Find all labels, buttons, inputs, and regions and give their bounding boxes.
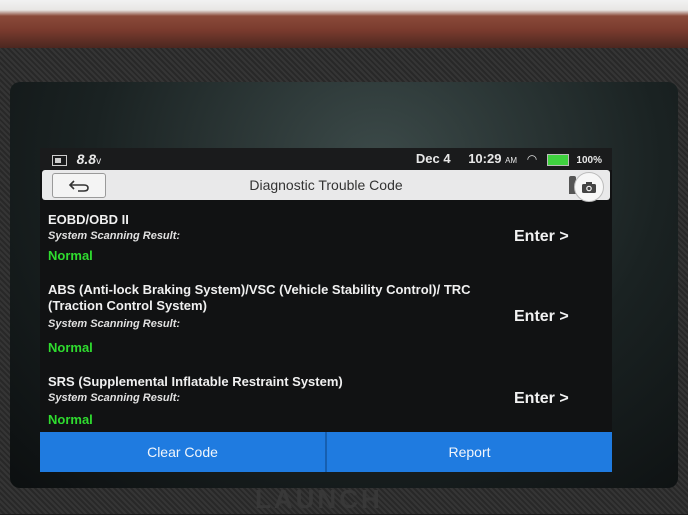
voltage-unit: v [96,156,102,167]
system-list: EOBD/OBD II System Scanning Result: Norm… [40,200,612,432]
clear-code-button[interactable]: Clear Code [40,432,325,472]
scan-result-label: System Scanning Result: [48,318,181,330]
scan-result-label: System Scanning Result: [48,230,181,242]
status-date: Dec 4 [415,151,451,166]
vehicle-battery-icon [52,155,67,167]
system-name: SRS (Supplemental Inflatable Restraint S… [48,374,343,389]
scan-result-label: System Scanning Result: [48,392,181,404]
battery-icon [546,153,569,166]
system-name: EOBD/OBD II [48,212,129,227]
voltage-value: 8.8 [76,151,97,167]
wifi-icon: ◠ [526,152,538,166]
system-row-abs[interactable]: ABS (Anti-lock Braking System)/VSC (Vehi… [40,280,612,358]
title-bar: Diagnostic Trouble Code [42,170,610,202]
camera-icon[interactable] [574,172,604,202]
system-name: ABS (Anti-lock Braking System)/VSC (Vehi… [48,282,471,313]
bottom-action-bar: Clear Code Report [40,432,612,472]
battery-percent: 100% [576,155,602,166]
status-right: Dec 4 10:29 AM ◠ 100% [416,148,602,172]
scan-status: Normal [48,412,93,427]
report-button[interactable]: Report [327,432,612,472]
system-row-srs[interactable]: SRS (Supplemental Inflatable Restraint S… [40,372,612,430]
device-screen: 8.8v Dec 4 10:29 AM ◠ 100% Diagnostic Tr… [40,148,612,472]
brand-logo: LAUNCH [255,484,383,514]
scan-status: Normal [48,340,93,355]
page-title: Diagnostic Trouble Code [249,177,403,193]
enter-button[interactable]: Enter > [514,390,569,408]
enter-button[interactable]: Enter > [514,228,569,246]
status-bar: 8.8v Dec 4 10:29 AM ◠ 100% [40,148,612,170]
status-ampm: AM [505,156,518,165]
enter-button[interactable]: Enter > [514,308,569,326]
scan-status: Normal [48,248,93,263]
system-row-eobd[interactable]: EOBD/OBD II System Scanning Result: Norm… [40,210,612,266]
status-time: 10:29 [468,151,502,166]
